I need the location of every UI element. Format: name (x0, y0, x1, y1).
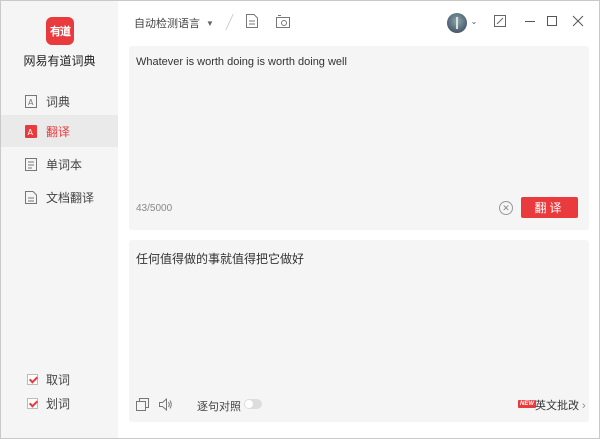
new-badge: NEW (518, 400, 536, 408)
select-word-checkbox[interactable] (27, 398, 38, 409)
logo-text: 有道 (50, 25, 71, 38)
sidebar-item-label: 单词本 (46, 157, 83, 172)
option-pick-word[interactable]: 取词 (27, 371, 70, 388)
toolbar-divider (225, 14, 234, 30)
sentence-compare-label: 逐句对照 (197, 401, 241, 413)
option-select-word[interactable]: 划词 (27, 395, 70, 412)
app-logo: 有道 (46, 17, 74, 45)
sentence-compare-toggle[interactable] (244, 399, 262, 409)
pick-word-checkbox[interactable] (27, 374, 38, 385)
sidebar-item-translate[interactable]: A 翻译 (1, 115, 118, 147)
document-icon (24, 190, 38, 204)
chevron-right-icon: › (582, 400, 586, 412)
document-translate-icon[interactable] (244, 13, 260, 29)
char-counter: 43/5000 (136, 203, 173, 214)
copy-icon[interactable] (135, 397, 149, 411)
mini-mode-icon[interactable] (492, 13, 508, 29)
speaker-icon[interactable] (159, 397, 173, 411)
minimize-icon[interactable] (522, 13, 538, 29)
wordbook-icon (24, 157, 38, 171)
app-window: 有道 网易有道词典 A 词典 A 翻译 单词本 文档翻译 取词 划词 自动检测语… (0, 0, 600, 439)
language-selector[interactable]: 自动检测语言 ▼ (134, 15, 214, 31)
language-label: 自动检测语言 (134, 18, 200, 30)
sidebar-item-wordbook[interactable]: 单词本 (1, 148, 118, 180)
close-icon[interactable] (570, 13, 586, 29)
app-name: 网易有道词典 (23, 54, 96, 68)
sidebar-item-document-translate[interactable]: 文档翻译 (1, 181, 118, 213)
dictionary-icon: A (24, 94, 38, 108)
option-label: 取词 (46, 373, 71, 387)
option-label: 划词 (46, 397, 71, 411)
source-text-panel[interactable]: Whatever is worth doing is worth doing w… (129, 46, 589, 230)
user-avatar[interactable] (447, 13, 467, 33)
svg-text:A: A (28, 128, 34, 137)
english-correction-label: 英文批改 (535, 400, 579, 412)
svg-text:A: A (28, 98, 34, 107)
screenshot-translate-icon[interactable] (275, 13, 291, 29)
translate-icon: A (24, 124, 38, 138)
clear-icon[interactable]: ✕ (499, 201, 513, 215)
source-text-input[interactable]: Whatever is worth doing is worth doing w… (136, 56, 347, 68)
maximize-icon[interactable] (544, 13, 560, 29)
top-toolbar: 自动检测语言 ▼ ⌄ (118, 1, 599, 43)
caret-down-icon: ▼ (206, 18, 214, 28)
english-correction-link[interactable]: 英文批改 › (535, 397, 586, 413)
translate-button[interactable]: 翻译 (521, 197, 578, 218)
sidebar-item-label: 词典 (46, 94, 71, 109)
translation-result: 任何值得做的事就值得把它做好 (136, 252, 305, 266)
sidebar-item-dictionary[interactable]: A 词典 (1, 85, 70, 117)
result-panel: 任何值得做的事就值得把它做好 逐句对照 NEW 英文批改 › (129, 240, 589, 422)
sidebar: 有道 网易有道词典 A 词典 A 翻译 单词本 文档翻译 取词 划词 (1, 1, 118, 438)
sidebar-item-label: 翻译 (46, 124, 71, 139)
chevron-down-icon[interactable]: ⌄ (466, 13, 482, 29)
sidebar-item-label: 文档翻译 (46, 190, 95, 205)
